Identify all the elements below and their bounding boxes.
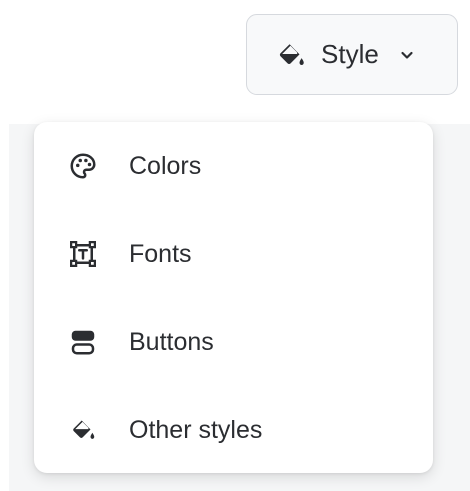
buttons-icon bbox=[66, 325, 100, 359]
menu-item-label: Colors bbox=[129, 151, 202, 180]
menu-item-label: Other styles bbox=[129, 415, 263, 444]
menu-item-colors[interactable]: Colors bbox=[34, 131, 433, 201]
style-button[interactable]: Style bbox=[246, 14, 458, 95]
paint-bucket-icon bbox=[274, 38, 308, 72]
paint-bucket-icon bbox=[66, 413, 100, 447]
text-frame-icon bbox=[66, 237, 100, 271]
menu-item-label: Buttons bbox=[129, 327, 214, 356]
menu-item-other-styles[interactable]: Other styles bbox=[34, 395, 433, 465]
menu-item-buttons[interactable]: Buttons bbox=[34, 307, 433, 377]
page: Style Colors Fonts Buttons Other styles bbox=[0, 0, 470, 491]
palette-icon bbox=[66, 149, 100, 183]
menu-item-fonts[interactable]: Fonts bbox=[34, 219, 433, 289]
style-button-label: Style bbox=[321, 39, 379, 69]
menu-item-label: Fonts bbox=[129, 239, 192, 268]
style-dropdown-menu: Colors Fonts Buttons Other styles bbox=[34, 122, 433, 473]
chevron-down-icon bbox=[397, 45, 417, 65]
